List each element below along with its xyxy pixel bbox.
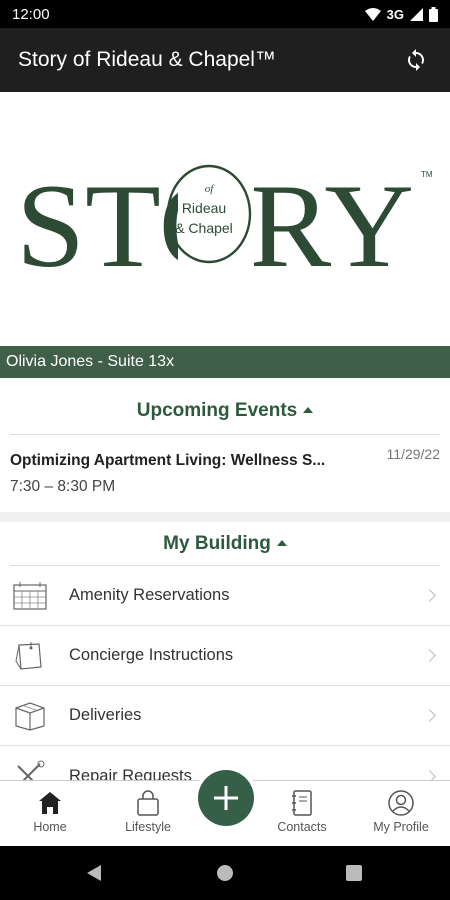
menu-item-label: Deliveries (69, 706, 142, 724)
network-type: 3G (386, 6, 404, 22)
my-building-title: My Building (163, 533, 271, 554)
app-bar: Story of Rideau & Chapel™ (0, 28, 450, 92)
signal-icon (410, 7, 423, 21)
package-icon (10, 699, 50, 733)
event-date: 11/29/22 (386, 446, 440, 462)
refresh-icon (408, 49, 424, 71)
my-building-header[interactable]: My Building (0, 533, 450, 555)
menu-item-amenity-reservations[interactable]: Amenity Reservations (0, 566, 450, 626)
event-time: 7:30 – 8:30 PM (10, 478, 116, 495)
logo-line1: Rideau (182, 200, 226, 216)
home-circle-icon[interactable] (216, 864, 234, 882)
nav-label: Lifestyle (125, 820, 171, 834)
nav-contacts[interactable]: Contacts (257, 789, 347, 834)
status-time: 12:00 (12, 5, 50, 23)
logo-line2: & Chapel (175, 220, 233, 236)
section-separator (0, 512, 450, 522)
add-button[interactable] (198, 770, 254, 826)
menu-item-concierge-instructions[interactable]: Concierge Instructions (0, 626, 450, 686)
nav-my-profile[interactable]: My Profile (356, 789, 446, 834)
nav-label: Contacts (277, 820, 327, 834)
chevron-right-icon (423, 709, 436, 722)
status-bar: 12:00 3G (0, 0, 450, 28)
menu-item-label: Concierge Instructions (69, 646, 234, 664)
system-navigation-bar (0, 846, 450, 900)
app-title: Story of Rideau & Chapel™ (18, 48, 276, 71)
calendar-icon (10, 579, 50, 613)
chevron-right-icon (423, 589, 436, 602)
refresh-button[interactable] (400, 44, 432, 76)
back-icon[interactable] (86, 864, 102, 882)
upcoming-events-title: Upcoming Events (136, 400, 298, 421)
collapse-caret-icon (276, 540, 287, 546)
story-logo: STORY of Rideau & Chapel TM (16, 159, 433, 292)
address-book-icon (292, 790, 312, 816)
home-icon (39, 792, 61, 814)
user-circle-icon (388, 790, 414, 816)
building-logo: STORY of Rideau & Chapel TM (0, 92, 450, 346)
shopping-bag-icon (137, 790, 159, 816)
nav-home[interactable]: Home (5, 789, 95, 834)
recents-icon[interactable] (346, 865, 362, 881)
event-item[interactable]: Optimizing Apartment Living: Wellness S.… (0, 436, 450, 510)
nav-label: Home (33, 820, 67, 834)
battery-icon (429, 6, 438, 22)
chevron-right-icon (423, 649, 436, 662)
logo-trademark: TM (421, 170, 433, 179)
wifi-icon (364, 7, 381, 21)
resident-bar: Olivia Jones - Suite 13x (0, 346, 450, 378)
menu-item-label: Amenity Reservations (69, 586, 230, 604)
upcoming-events-header[interactable]: Upcoming Events (0, 400, 450, 422)
resident-label: Olivia Jones - Suite 13x (6, 353, 175, 370)
status-icons: 3G (364, 6, 438, 22)
divider (10, 434, 440, 435)
nav-label: My Profile (373, 820, 429, 834)
menu-item-deliveries[interactable]: Deliveries (0, 686, 450, 746)
notes-icon (10, 639, 50, 673)
event-title: Optimizing Apartment Living: Wellness S.… (10, 452, 326, 469)
collapse-caret-icon (303, 407, 314, 413)
plus-icon (214, 786, 238, 810)
nav-lifestyle[interactable]: Lifestyle (103, 789, 193, 834)
